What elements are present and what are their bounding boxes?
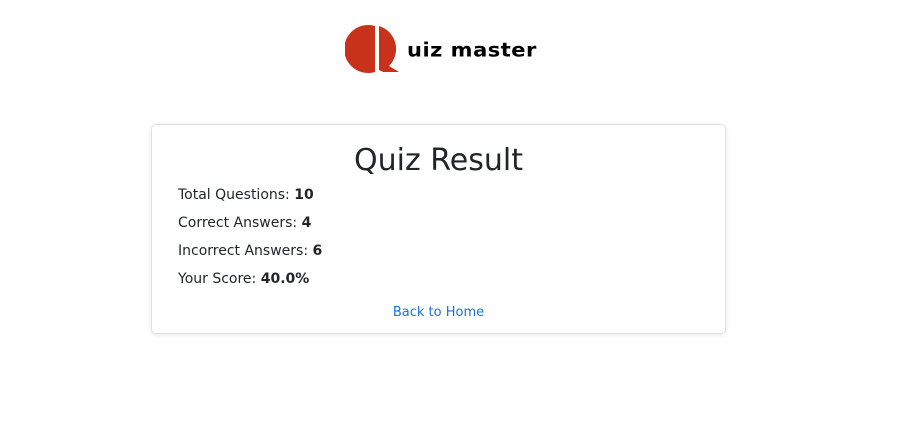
page: uiz master Quiz Result Total Questions: … [0, 0, 903, 421]
quiz-master-logo[interactable]: uiz master [345, 24, 537, 74]
quiz-result-card: Quiz Result Total Questions: 10 Correct … [151, 124, 726, 334]
page-title: Quiz Result [354, 143, 523, 178]
incorrect-answers-label: Incorrect Answers: [178, 243, 309, 259]
correct-answers-value: 4 [301, 215, 312, 231]
incorrect-answers-value: 6 [312, 243, 323, 259]
score-label: Your Score: [178, 271, 257, 287]
incorrect-answers-stat: Incorrect Answers: 6 [178, 242, 322, 260]
logo-text: uiz master [407, 38, 537, 61]
score-stat: Your Score: 40.0% [178, 270, 309, 288]
score-value: 40.0% [260, 271, 310, 287]
total-questions-stat: Total Questions: 10 [178, 186, 314, 204]
logo-q-mark [345, 24, 407, 74]
correct-answers-stat: Correct Answers: 4 [178, 214, 311, 232]
correct-answers-label: Correct Answers: [178, 215, 298, 231]
total-questions-value: 10 [294, 187, 314, 203]
total-questions-label: Total Questions: [178, 187, 290, 203]
back-to-home-link[interactable]: Back to Home [152, 304, 725, 322]
